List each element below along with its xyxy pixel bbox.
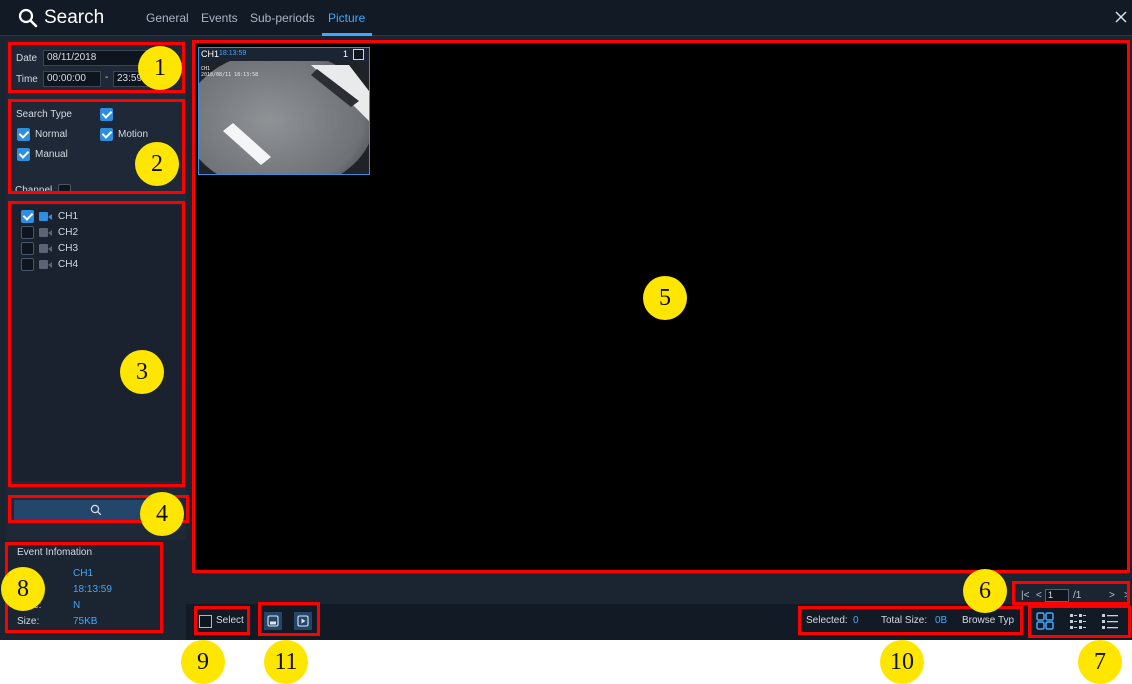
manual-checkbox[interactable] bbox=[17, 148, 30, 161]
date-label: Date bbox=[16, 53, 38, 64]
search-type-label: Search Type bbox=[16, 109, 72, 120]
annotation-marker-8: 8 bbox=[1, 567, 45, 611]
channel-ch1-checkbox[interactable] bbox=[21, 210, 34, 223]
date-field[interactable]: 08/11/2018 bbox=[43, 50, 153, 66]
thumbnail-checkbox[interactable] bbox=[353, 49, 364, 60]
browse-type-label: Browse Typ bbox=[962, 615, 1015, 626]
snapshot-image: CH1 2018/08/11 18:13:58 bbox=[199, 61, 369, 174]
time-start-field[interactable]: 00:00:00 bbox=[43, 71, 101, 87]
thumbnail-time: 18:13:59 bbox=[219, 50, 247, 57]
normal-checkbox[interactable] bbox=[17, 128, 30, 141]
camera-icon bbox=[39, 212, 53, 221]
info-type-value: N bbox=[73, 600, 81, 611]
camera-icon bbox=[39, 244, 53, 253]
motion-label: Motion bbox=[118, 129, 149, 140]
tab-events[interactable]: Events bbox=[201, 11, 238, 25]
manual-label: Manual bbox=[35, 149, 68, 160]
annotation-marker-9: 9 bbox=[181, 640, 225, 684]
info-time-value: 18:13:59 bbox=[73, 584, 112, 595]
search-icon bbox=[90, 504, 102, 516]
header-bar: Search General Events Sub-periods Pictur… bbox=[0, 0, 1132, 36]
normal-label: Normal bbox=[35, 129, 68, 140]
channel-label: Channel bbox=[15, 185, 53, 193]
active-tab-indicator bbox=[322, 33, 372, 36]
annotation-marker-11: 11 bbox=[264, 640, 308, 684]
total-size-label: Total Size: bbox=[881, 615, 928, 626]
play-button[interactable] bbox=[294, 612, 312, 630]
picture-thumbnail[interactable]: CH1 18:13:59 1 CH1 2018/08/11 18:13:58 bbox=[198, 47, 370, 175]
channel-ch1-label: CH1 bbox=[58, 211, 79, 222]
annotation-marker-10: 10 bbox=[880, 640, 924, 684]
channel-all-checkbox[interactable] bbox=[58, 184, 71, 192]
info-size-value: 75KB bbox=[73, 616, 98, 627]
event-info-title: Event Infomation bbox=[17, 547, 93, 558]
annotation-marker-1: 1 bbox=[138, 46, 182, 90]
channel-ch2-label: CH2 bbox=[58, 227, 79, 238]
time-separator: - bbox=[105, 72, 109, 83]
search-title: Search bbox=[18, 6, 104, 30]
save-icon bbox=[267, 615, 279, 627]
camera-icon bbox=[39, 260, 53, 269]
backup-button[interactable] bbox=[264, 612, 282, 630]
annotation-marker-5: 5 bbox=[643, 276, 687, 320]
search-app-window: Search General Events Sub-periods Pictur… bbox=[0, 0, 1132, 640]
info-size-label: Size: bbox=[17, 616, 40, 627]
motion-checkbox[interactable] bbox=[100, 128, 113, 141]
camera-icon bbox=[39, 228, 53, 237]
thumbnail-header: CH1 18:13:59 1 bbox=[199, 48, 369, 61]
page-number-input[interactable]: 1 bbox=[1045, 589, 1069, 602]
time-label: Time bbox=[16, 74, 38, 85]
play-icon bbox=[297, 615, 309, 627]
detail-view-icon[interactable] bbox=[1068, 611, 1088, 631]
select-all-checkbox[interactable] bbox=[199, 615, 212, 628]
tab-picture[interactable]: Picture bbox=[328, 11, 365, 25]
page-title: Search bbox=[44, 7, 105, 28]
annotation-marker-4: 4 bbox=[140, 492, 184, 536]
channel-ch3-label: CH3 bbox=[58, 243, 79, 254]
select-label: Select bbox=[216, 615, 244, 626]
thumbnail-channel: CH1 bbox=[201, 49, 220, 59]
next-page-button[interactable]: > bbox=[1109, 590, 1115, 601]
last-page-button[interactable]: > bbox=[1124, 590, 1130, 601]
list-view-icon[interactable] bbox=[1100, 611, 1120, 631]
tab-general[interactable]: General bbox=[146, 11, 189, 25]
annotation-marker-7: 7 bbox=[1078, 640, 1122, 684]
channel-ch3-checkbox[interactable] bbox=[21, 242, 34, 255]
channel-ch4-checkbox[interactable] bbox=[21, 258, 34, 271]
channel-ch2-checkbox[interactable] bbox=[21, 226, 34, 239]
annotation-marker-2: 2 bbox=[135, 142, 179, 186]
osd-timestamp-text: 2018/08/11 18:13:58 bbox=[201, 72, 258, 78]
first-page-button[interactable]: |< bbox=[1021, 590, 1029, 601]
page-total: /1 bbox=[1073, 590, 1082, 601]
total-size-value: 0B bbox=[935, 615, 948, 626]
tab-sub-periods[interactable]: Sub-periods bbox=[250, 11, 315, 25]
thumbnail-view-icon[interactable] bbox=[1035, 611, 1055, 631]
info-channel-value: CH1 bbox=[73, 568, 94, 579]
close-icon[interactable] bbox=[1114, 10, 1128, 24]
prev-page-button[interactable]: < bbox=[1036, 590, 1042, 601]
annotation-marker-6: 6 bbox=[963, 569, 1007, 613]
annotation-marker-3: 3 bbox=[120, 350, 164, 394]
selected-value: 0 bbox=[853, 615, 859, 626]
selected-label: Selected: bbox=[806, 615, 848, 626]
channel-ch4-label: CH4 bbox=[58, 259, 79, 270]
search-type-all-checkbox[interactable] bbox=[100, 108, 113, 121]
search-icon bbox=[18, 8, 38, 28]
thumbnail-index: 1 bbox=[343, 49, 349, 59]
